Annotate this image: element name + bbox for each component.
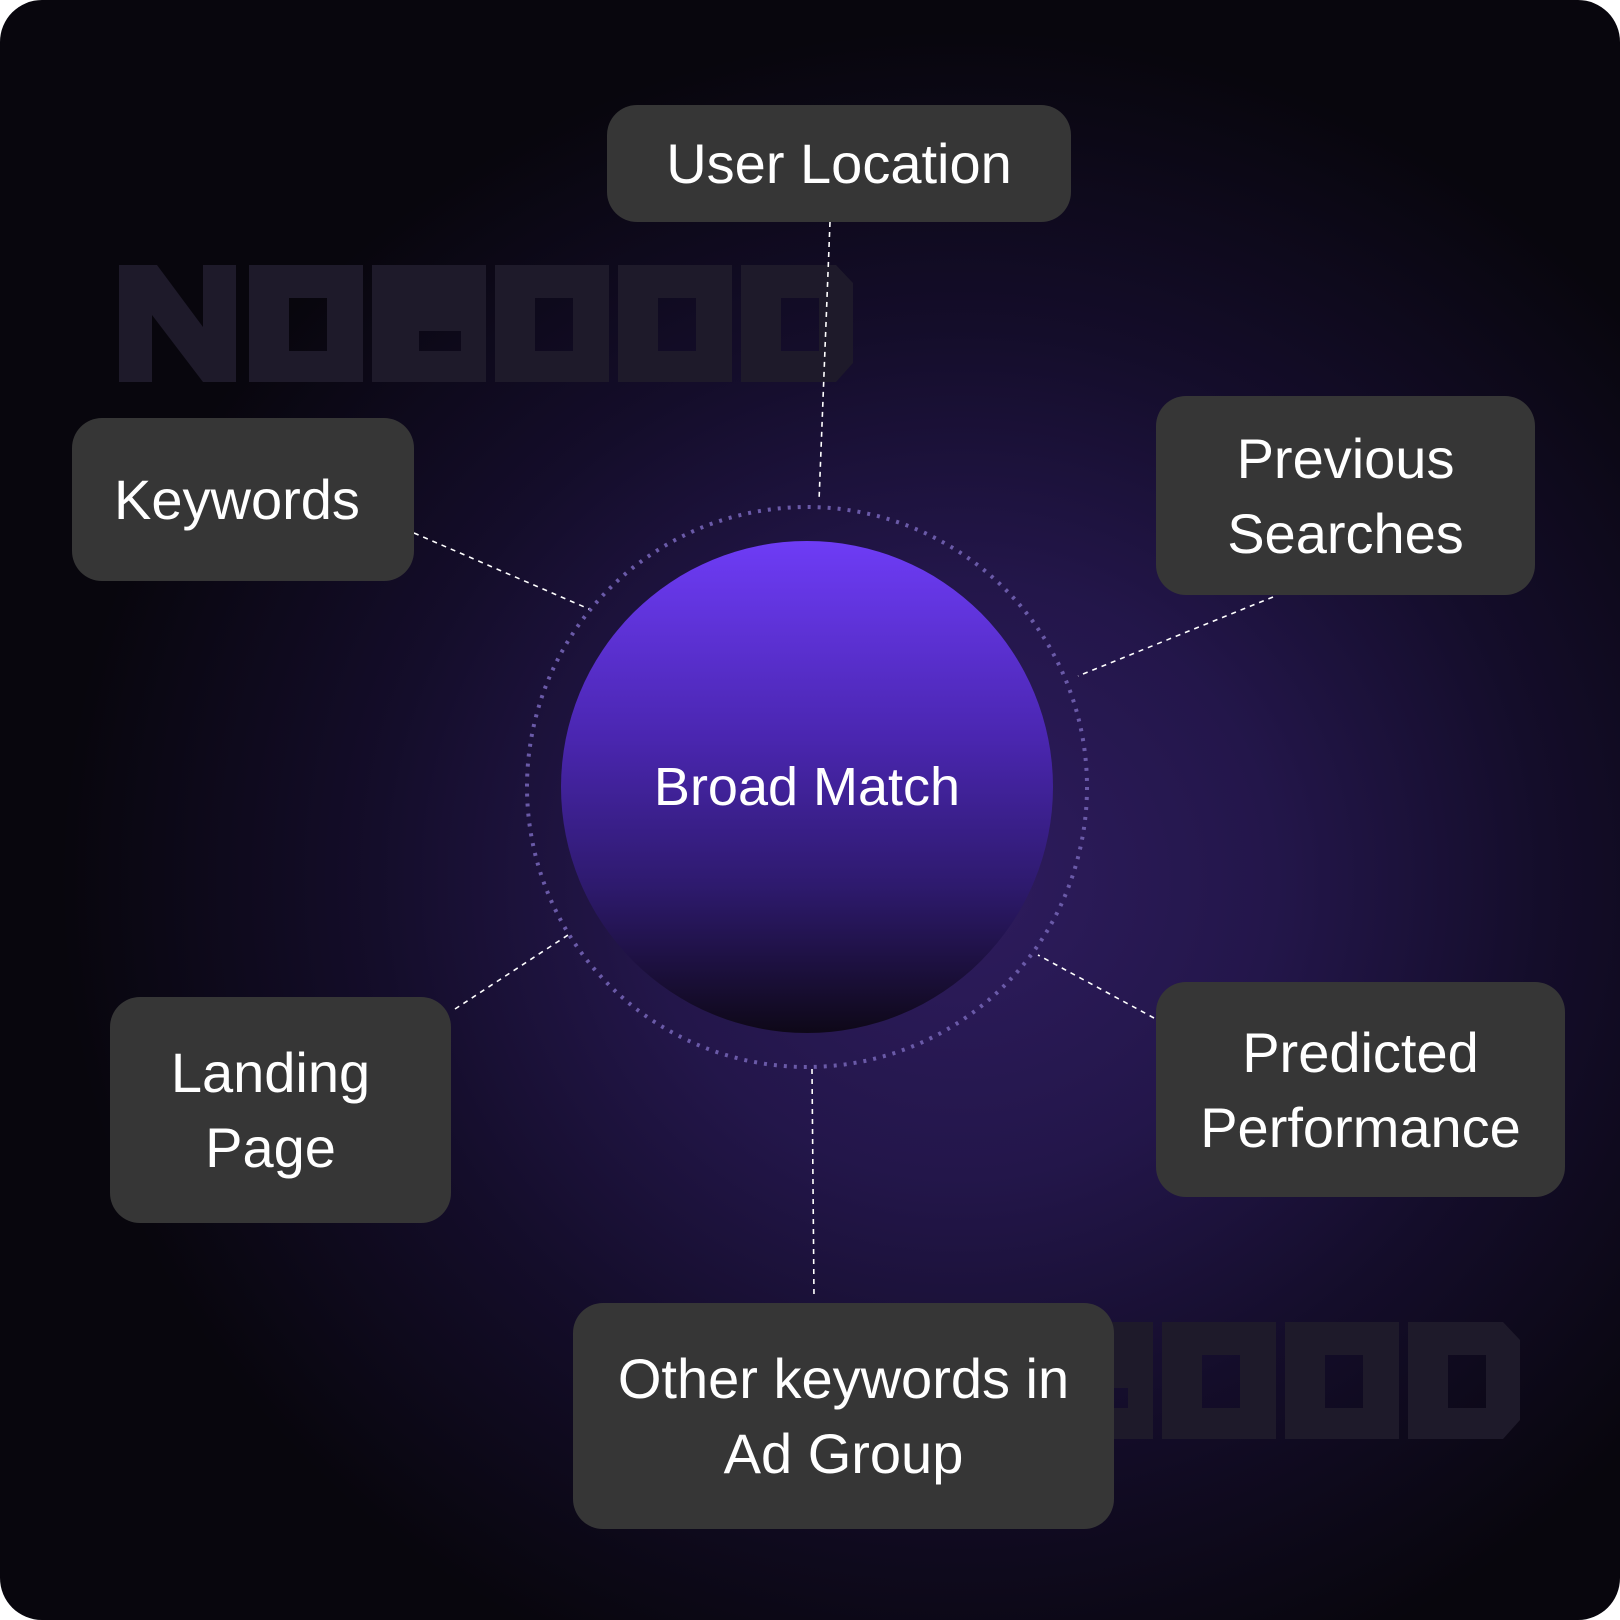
node-label: Predicted (1242, 1020, 1479, 1084)
node-label: Page (205, 1116, 336, 1179)
node-label: User Location (666, 132, 1012, 195)
node-label: Ad Group (723, 1422, 964, 1485)
connector-predicted-performance (1037, 954, 1155, 1019)
node-keywords: Keywords (72, 418, 414, 581)
node-other-keywords: Other keywords in Ad Group (573, 1303, 1114, 1529)
node-label: Other keywords in (617, 1347, 1070, 1410)
node-label: Landing (170, 1041, 371, 1104)
diagram-canvas: Broad Match User Location Keywords Previ… (0, 0, 1620, 1620)
node-label: Previous (1236, 426, 1455, 490)
center-label: Broad Match (653, 757, 961, 817)
node-predicted-performance: Predicted Performance (1156, 982, 1565, 1197)
node-label: Searches (1227, 501, 1464, 565)
nogood-logo-top (119, 265, 853, 382)
node-label: Performance (1200, 1095, 1521, 1159)
connector-other-keywords (811, 1068, 815, 1298)
node-previous-searches: Previous Searches (1156, 396, 1535, 595)
connector-previous-searches (1077, 596, 1274, 677)
connector-landing-page (454, 934, 569, 1010)
node-landing-page: Landing Page (110, 997, 451, 1223)
center-node-broad-match: Broad Match (561, 541, 1053, 1033)
node-label: Keywords (114, 468, 360, 531)
node-user-location: User Location (607, 105, 1071, 222)
connector-keywords (413, 532, 590, 610)
